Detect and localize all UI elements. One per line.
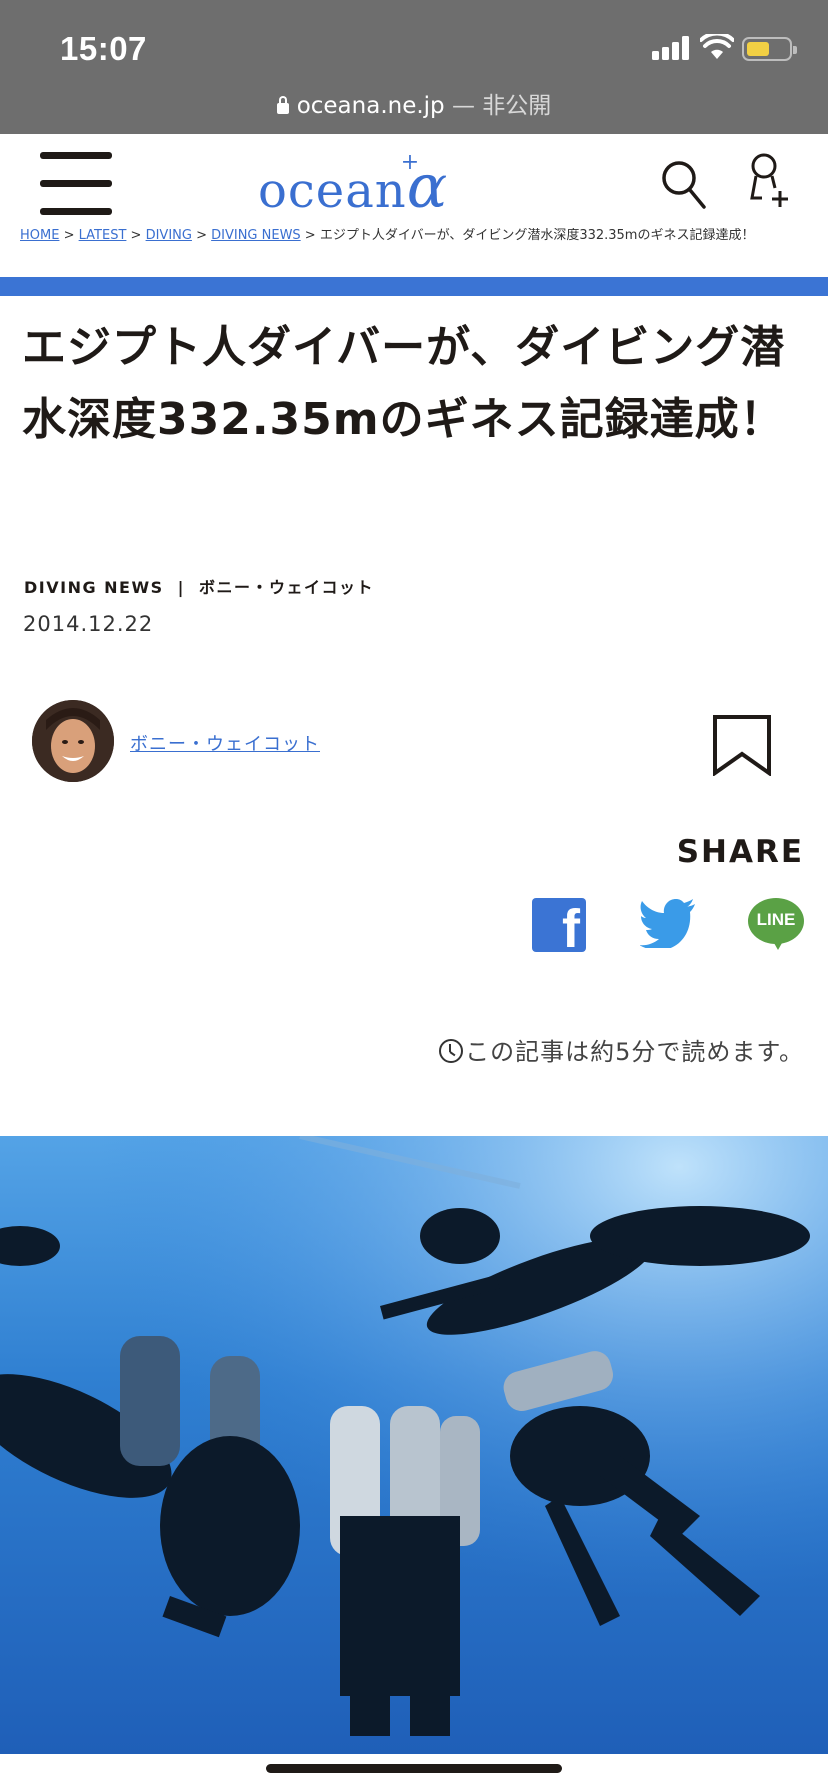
author-link[interactable]: ボニー・ウェイコット — [130, 730, 320, 756]
breadcrumb-current: エジプト人ダイバーが、ダイビング潜水深度332.35mのギネス記録達成！ — [319, 228, 755, 243]
avatar[interactable] — [32, 700, 114, 782]
bookmark-icon[interactable] — [712, 714, 772, 776]
wifi-icon — [700, 34, 734, 59]
logo-alpha: + α — [400, 150, 449, 222]
breadcrumb-diving[interactable]: DIVING — [146, 228, 192, 243]
category-link[interactable]: DIVING NEWS — [24, 578, 164, 597]
status-bar: 15:07 oceana.ne.jp — 非公開 — [0, 0, 828, 134]
breadcrumb-diving-news[interactable]: DIVING NEWS — [211, 228, 301, 243]
article-date: 2014.12.22 — [23, 612, 154, 636]
home-indicator[interactable] — [266, 1764, 562, 1773]
facebook-icon[interactable]: f — [532, 898, 586, 956]
line-icon[interactable]: LINE — [748, 896, 804, 952]
author-name[interactable]: ボニー・ウェイコット — [199, 578, 374, 597]
breadcrumb: HOME > LATEST > DIVING > DIVING NEWS > エ… — [20, 228, 755, 243]
article-meta: DIVING NEWS | ボニー・ウェイコット — [24, 578, 375, 597]
read-time: この記事は約5分で読めます。 — [380, 1032, 804, 1067]
user-add-icon[interactable] — [746, 152, 790, 210]
article-title: エジプト人ダイバーが、ダイビング潜水深度332.35mのギネス記録達成！ — [22, 322, 786, 445]
url-domain: oceana.ne.jp — [296, 93, 445, 119]
status-time: 15:07 — [60, 30, 147, 67]
url-suffix: — 非公開 — [444, 93, 552, 119]
search-icon[interactable] — [660, 158, 706, 210]
breadcrumb-latest[interactable]: LATEST — [79, 228, 127, 243]
battery-icon — [742, 37, 797, 61]
url-bar[interactable]: oceana.ne.jp — 非公開 — [0, 86, 828, 120]
site-logo[interactable]: ocean + α — [258, 150, 449, 222]
logo-text: ocean — [258, 163, 407, 219]
accent-bar — [0, 277, 828, 296]
twitter-icon[interactable] — [640, 898, 696, 948]
read-time-text: この記事は約5分で読めます。 — [465, 1038, 804, 1066]
hamburger-icon[interactable] — [40, 152, 112, 216]
clock-icon — [439, 1039, 464, 1063]
signal-icon — [652, 36, 692, 60]
hero-image — [0, 1136, 828, 1754]
breadcrumb-home[interactable]: HOME — [20, 228, 59, 243]
site-header: ocean + α — [0, 134, 828, 234]
share-label: SHARE — [676, 834, 804, 870]
lock-icon — [276, 96, 289, 114]
